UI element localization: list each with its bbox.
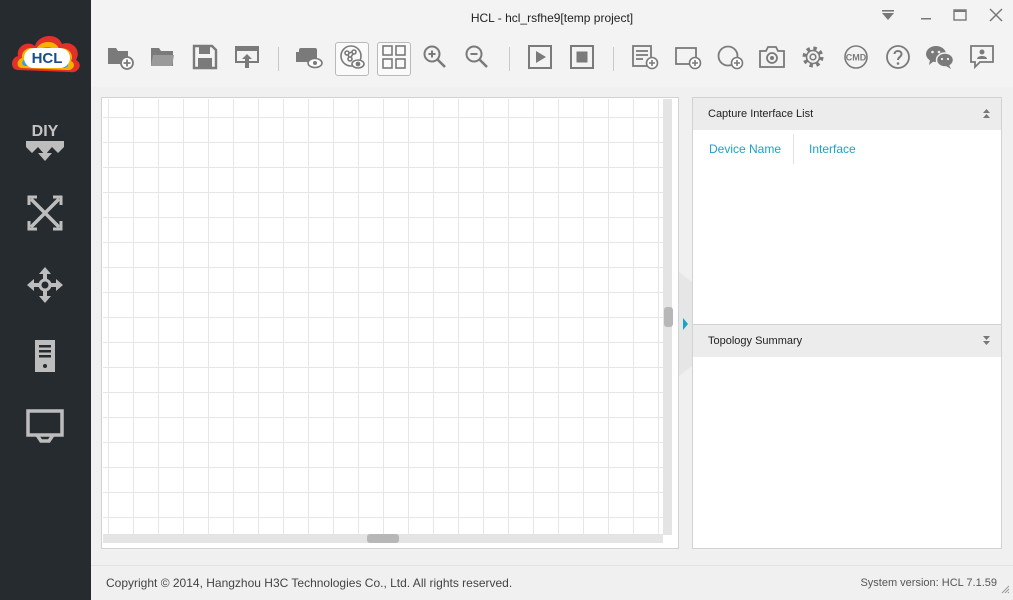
grid-view-icon xyxy=(381,44,407,75)
close-icon xyxy=(989,7,1003,27)
minimize-button[interactable] xyxy=(914,6,938,28)
sidebar-item-hosts[interactable] xyxy=(18,402,72,456)
sidebar: HCL DIY xyxy=(0,0,91,600)
zoom-out-button[interactable] xyxy=(460,42,494,76)
add-rectangle-button[interactable] xyxy=(671,42,705,76)
column-device-name[interactable]: Device Name xyxy=(709,132,781,166)
vertical-scroll-thumb[interactable] xyxy=(664,307,673,327)
help-button[interactable] xyxy=(881,42,915,76)
panel-collapse-tab[interactable] xyxy=(679,272,692,376)
diy-icon: DIY xyxy=(23,119,67,170)
system-version: System version: HCL 7.1.59 xyxy=(860,577,997,589)
switch-arrows-icon xyxy=(25,265,65,310)
hcl-logo: HCL xyxy=(8,28,84,84)
add-note-button[interactable] xyxy=(628,42,662,76)
zoom-out-icon xyxy=(464,44,490,75)
server-icon xyxy=(33,338,57,379)
expand-down-icon[interactable] xyxy=(982,335,991,349)
toolbar-separator xyxy=(613,47,614,71)
sidebar-item-switches[interactable] xyxy=(18,260,72,314)
folder-add-icon xyxy=(106,44,134,75)
show-labels-button[interactable] xyxy=(292,42,326,76)
status-bar: Copyright © 2014, Hangzhou H3C Technolog… xyxy=(91,565,1013,600)
ellipse-add-icon xyxy=(716,44,744,75)
save-button[interactable] xyxy=(188,42,222,76)
toolbar-separator xyxy=(509,47,510,71)
monitor-icon xyxy=(25,408,65,451)
svg-text:DIY: DIY xyxy=(32,123,59,140)
chevron-down-icon xyxy=(881,8,895,26)
sidebar-item-diy[interactable]: DIY xyxy=(18,117,72,171)
export-button[interactable] xyxy=(230,42,264,76)
note-add-icon xyxy=(631,44,659,75)
new-project-button[interactable] xyxy=(103,42,137,76)
play-icon xyxy=(527,44,553,75)
folder-open-icon xyxy=(149,45,177,74)
toolbar-separator xyxy=(278,47,279,71)
topology-view-icon xyxy=(339,44,365,75)
topology-summary-title: Topology Summary xyxy=(708,335,803,347)
cmd-icon: CMD xyxy=(842,44,870,75)
camera-icon xyxy=(758,44,786,75)
zoom-in-button[interactable] xyxy=(418,42,452,76)
window-title: HCL - hcl_rsfhe9[temp project] xyxy=(470,11,634,25)
settings-button[interactable] xyxy=(796,42,830,76)
resize-grip-icon[interactable] xyxy=(1001,583,1010,597)
save-icon xyxy=(192,44,218,75)
svg-text:HCL: HCL xyxy=(32,50,63,67)
copyright-text: Copyright © 2014, Hangzhou H3C Technolog… xyxy=(106,576,513,590)
close-button[interactable] xyxy=(984,6,1008,28)
wechat-icon xyxy=(925,44,955,75)
title-bar: HCL - hcl_rsfhe9[temp project] xyxy=(91,0,1013,35)
topology-view-button[interactable] xyxy=(335,42,369,76)
app-window: HCL DIY HCL - hcl_rsfhe9[temp project] C… xyxy=(0,0,1013,600)
topology-canvas[interactable] xyxy=(101,97,679,549)
rectangle-add-icon xyxy=(674,44,702,75)
svg-text:CMD: CMD xyxy=(846,52,867,62)
gear-icon xyxy=(800,44,826,75)
cmd-button[interactable]: CMD xyxy=(839,42,873,76)
horizontal-scroll-thumb[interactable] xyxy=(367,534,399,543)
export-icon xyxy=(234,44,260,75)
sidebar-item-servers[interactable] xyxy=(18,331,72,385)
add-ellipse-button[interactable] xyxy=(713,42,747,76)
vertical-scrollbar[interactable] xyxy=(663,99,673,535)
maximize-button[interactable] xyxy=(948,6,972,28)
open-project-button[interactable] xyxy=(146,42,180,76)
right-panel: Capture Interface List Device Name Inter… xyxy=(692,97,1002,549)
grid-view-button[interactable] xyxy=(377,42,411,76)
canvas-grid[interactable] xyxy=(103,99,663,535)
capture-interface-header[interactable]: Capture Interface List xyxy=(693,98,1001,130)
stop-button[interactable] xyxy=(565,42,599,76)
screenshot-button[interactable] xyxy=(755,42,789,76)
help-icon xyxy=(885,44,911,75)
horizontal-scrollbar[interactable] xyxy=(103,534,663,543)
zoom-in-icon xyxy=(422,44,448,75)
capture-interface-title: Capture Interface List xyxy=(708,108,814,120)
feedback-button[interactable] xyxy=(965,42,999,76)
label-eye-icon xyxy=(295,44,323,75)
router-arrows-icon xyxy=(25,193,65,238)
collapse-up-icon[interactable] xyxy=(982,108,991,122)
maximize-icon xyxy=(953,8,967,26)
start-button[interactable] xyxy=(523,42,557,76)
sidebar-item-routers[interactable] xyxy=(18,188,72,242)
dropdown-menu-button[interactable] xyxy=(876,6,900,28)
wechat-button[interactable] xyxy=(923,42,957,76)
column-divider xyxy=(793,134,794,164)
column-interface[interactable]: Interface xyxy=(809,132,856,166)
stop-icon xyxy=(569,44,595,75)
minimize-icon xyxy=(920,8,932,26)
topology-summary-header[interactable]: Topology Summary xyxy=(693,325,1001,357)
toolbar: CMD xyxy=(91,35,1013,87)
feedback-icon xyxy=(969,44,995,75)
